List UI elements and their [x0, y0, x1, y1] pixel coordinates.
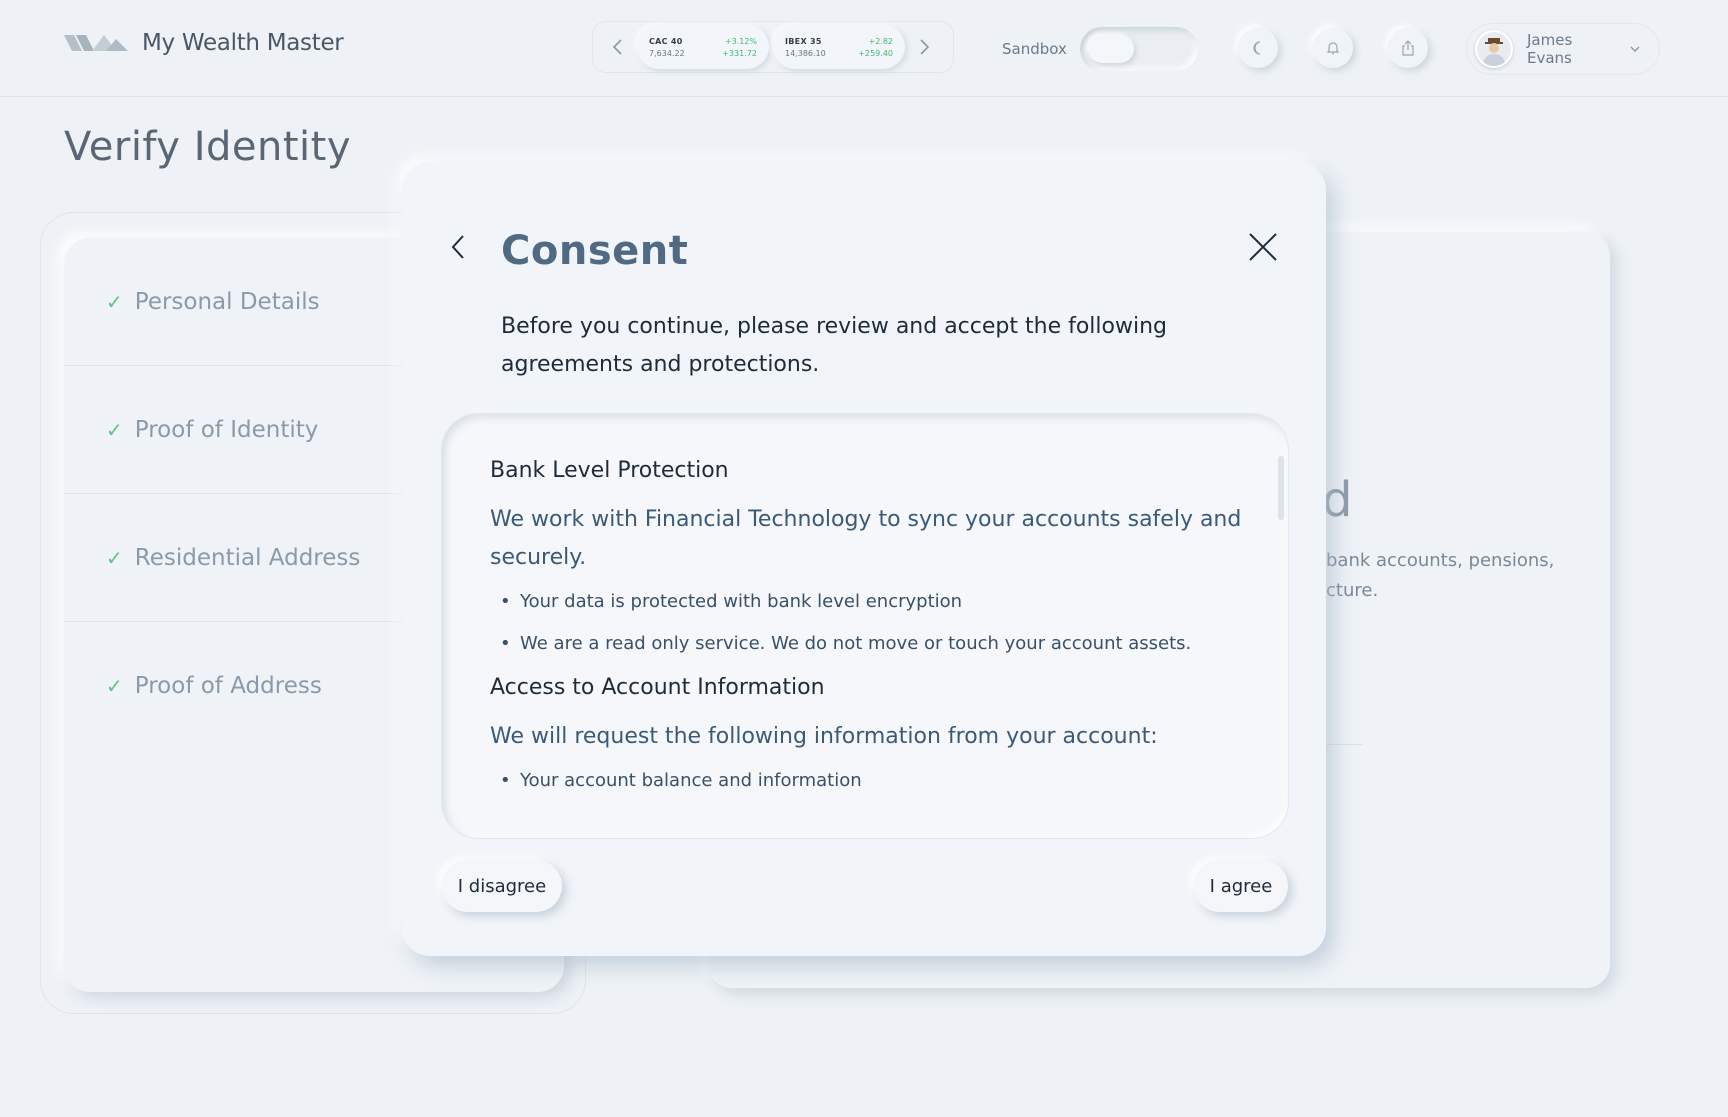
consent-content: Bank Level Protection We work with Finan…	[490, 458, 1260, 812]
step-residential-address[interactable]: ✓ Residential Address	[64, 494, 404, 622]
ticker-name: CAC 40	[649, 36, 683, 46]
modal-back-button[interactable]	[444, 230, 472, 264]
page-title: Verify Identity	[64, 124, 351, 170]
step-label: Personal Details	[134, 288, 320, 315]
consent-modal: Consent Before you continue, please revi…	[402, 162, 1326, 956]
section-heading: Access to Account Information	[490, 675, 825, 700]
modal-close-button[interactable]	[1246, 230, 1280, 264]
market-ticker: CAC 40 7,634.22 +3.12% +331.72 IBEX 35 1…	[592, 21, 954, 73]
content-card-divider	[1326, 744, 1362, 745]
modal-intro-text: Before you continue, please review and a…	[501, 314, 1167, 377]
top-header: My Wealth Master CAC 40 7,634.22 +3.12% …	[0, 0, 1728, 97]
agree-button[interactable]: I agree	[1194, 860, 1288, 912]
scrollbar-thumb[interactable]	[1278, 456, 1284, 520]
step-proof-of-identity[interactable]: ✓ Proof of Identity	[64, 366, 404, 494]
step-label: Proof of Identity	[134, 416, 319, 443]
chevron-left-icon	[612, 39, 622, 55]
avatar-person-icon	[1483, 38, 1505, 66]
content-card-heading-fragment: d	[1322, 472, 1353, 528]
chevron-left-icon	[451, 235, 464, 259]
close-icon	[1249, 233, 1277, 261]
app-logo[interactable]: My Wealth Master	[64, 30, 344, 56]
ticker-change-pct: +2.82	[868, 36, 893, 46]
ticker-change-pct: +3.12%	[724, 36, 757, 46]
ticker-change-abs: +331.72	[722, 48, 757, 58]
disagree-button[interactable]: I disagree	[442, 860, 562, 912]
ticker-name: IBEX 35	[785, 36, 822, 46]
share-icon	[1402, 40, 1414, 56]
ticker-prev-button[interactable]	[601, 30, 635, 64]
step-label: Residential Address	[134, 544, 361, 571]
sandbox-label: Sandbox	[1002, 40, 1067, 58]
moon-icon	[1253, 41, 1261, 55]
list-item: We are a read only service. We do not mo…	[490, 633, 1260, 655]
check-icon: ✓	[106, 674, 123, 698]
check-icon: ✓	[106, 289, 123, 314]
ticker-value: 14,386.10	[785, 48, 826, 58]
user-name: James Evans	[1527, 31, 1573, 67]
content-card-text-line: bank accounts, pensions,	[1326, 550, 1555, 571]
section-bullets: Your account balance and information	[490, 770, 1260, 792]
list-item: Your data is protected with bank level e…	[490, 591, 1260, 613]
bell-icon	[1326, 42, 1340, 55]
sandbox-toggle[interactable]	[1080, 27, 1198, 71]
dark-mode-button[interactable]	[1238, 28, 1278, 68]
modal-title: Consent	[501, 228, 689, 274]
ticker-change-abs: +259.40	[858, 48, 893, 58]
check-icon: ✓	[106, 545, 123, 570]
step-label: Proof of Address	[134, 673, 322, 699]
list-item: Your account balance and information	[490, 770, 1260, 792]
chevron-right-icon	[920, 39, 930, 55]
section-description: We work with Financial Technology to syn…	[490, 507, 1242, 570]
notifications-button[interactable]	[1313, 28, 1353, 68]
content-card-text-line: cture.	[1326, 580, 1379, 601]
step-personal-details[interactable]: ✓ Personal Details	[64, 238, 404, 366]
step-proof-of-address[interactable]: ✓ Proof of Address	[64, 622, 404, 750]
section-description: We will request the following informatio…	[490, 724, 1158, 749]
check-icon: ✓	[106, 417, 123, 442]
section-bullets: Your data is protected with bank level e…	[490, 591, 1260, 655]
share-button[interactable]	[1388, 28, 1428, 68]
sandbox-toggle-knob	[1088, 35, 1134, 63]
section-heading: Bank Level Protection	[490, 458, 729, 483]
logo-mark-icon	[64, 35, 128, 51]
ticker-value: 7,634.22	[649, 48, 685, 58]
ticker-card[interactable]: IBEX 35 14,386.10 +2.82 +259.40	[773, 25, 905, 69]
ticker-card[interactable]: CAC 40 7,634.22 +3.12% +331.72	[637, 25, 769, 69]
ticker-next-button[interactable]	[907, 30, 941, 64]
consent-scroll-area[interactable]: Bank Level Protection We work with Finan…	[442, 414, 1288, 838]
avatar	[1475, 30, 1513, 68]
app-name: My Wealth Master	[142, 30, 344, 56]
chevron-down-icon	[1630, 46, 1640, 52]
user-menu[interactable]: James Evans	[1466, 23, 1660, 75]
